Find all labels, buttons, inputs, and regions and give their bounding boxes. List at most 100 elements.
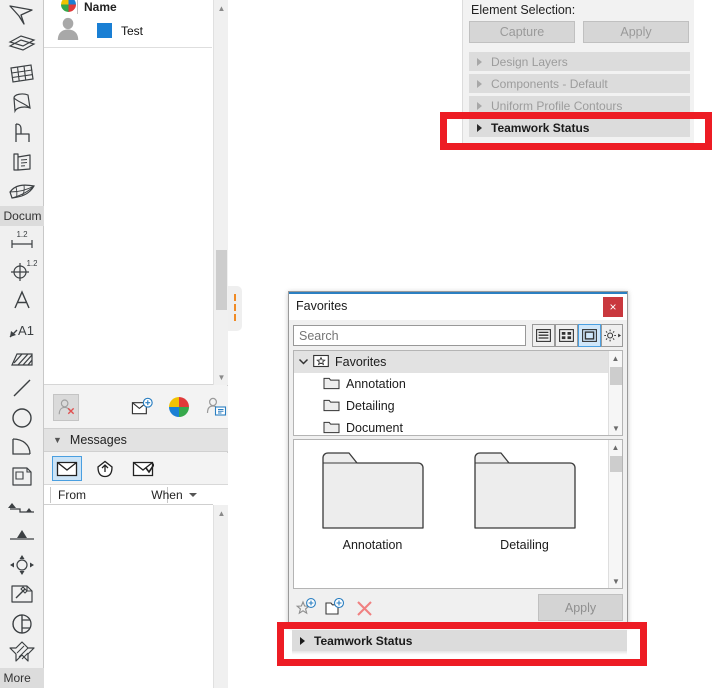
tree-scrollbar[interactable]: ▲ ▼ <box>608 351 622 435</box>
scroll-down-icon[interactable]: ▼ <box>214 369 229 385</box>
arc-tool[interactable] <box>0 432 44 461</box>
circle-tool[interactable] <box>0 403 44 432</box>
pie-chart-icon <box>61 0 76 14</box>
scroll-up-icon[interactable]: ▲ <box>609 440 622 454</box>
inbox-tab[interactable] <box>52 456 82 481</box>
grid-item-annotation[interactable]: Annotation <box>300 450 445 552</box>
messages-section-header[interactable]: ▼ Messages <box>44 428 228 452</box>
label-tool[interactable]: A1 <box>0 314 44 343</box>
figure-drawing-tool[interactable] <box>0 462 44 491</box>
tile-view-button[interactable] <box>555 324 578 347</box>
fill-hatch-tool[interactable] <box>0 344 44 373</box>
user-list-row[interactable]: Test <box>44 14 212 48</box>
object-chair-tool[interactable] <box>0 118 44 147</box>
folder-large-icon <box>321 452 425 534</box>
shell-tool[interactable] <box>0 88 44 117</box>
teamwork-toolbar <box>44 386 228 428</box>
linear-dimension-tool[interactable]: 1.2 <box>0 226 44 255</box>
close-icon[interactable]: × <box>603 297 623 317</box>
tool-palette: Docum 1.2 1.2 A1 More <box>0 0 44 688</box>
remove-user-button[interactable] <box>53 393 79 421</box>
search-input[interactable] <box>293 325 526 346</box>
scroll-thumb[interactable] <box>216 250 227 310</box>
radial-dimension-tool[interactable]: 1.2 <box>0 256 44 285</box>
gear-icon[interactable] <box>601 324 623 347</box>
3d-document-tool[interactable] <box>0 638 44 667</box>
grid-item-label: Detailing <box>500 538 549 552</box>
text-tool[interactable] <box>0 285 44 314</box>
accordion-row-components-default[interactable]: Components - Default <box>469 74 690 94</box>
grid-scrollbar[interactable]: ▲ ▼ <box>608 440 622 588</box>
panel-splitter-handle[interactable] <box>228 286 242 331</box>
new-folder-button[interactable] <box>322 596 348 620</box>
scroll-up-icon[interactable]: ▲ <box>609 351 622 365</box>
teamwork-user-list: Name Test ▲ ▼ <box>44 0 228 385</box>
dialog-search-row <box>289 321 627 351</box>
accordion-label: Components - Default <box>491 76 608 91</box>
detail-marker-tool[interactable] <box>0 550 44 579</box>
close-x-icon[interactable] <box>351 596 377 620</box>
scroll-up-icon[interactable]: ▲ <box>214 505 229 521</box>
tree-item-label: Annotation <box>346 377 406 391</box>
messages-scrollbar[interactable]: ▲ <box>213 505 228 688</box>
tool-tab-more[interactable]: More <box>0 667 44 688</box>
highlight-box-teamwork-status-top <box>440 112 712 150</box>
caret-down-icon <box>189 492 197 497</box>
elevation-tool[interactable] <box>0 521 44 550</box>
worksheet-tool[interactable] <box>0 580 44 609</box>
list-view-button[interactable] <box>532 324 555 347</box>
column-when-label: When <box>151 487 183 502</box>
accordion-row-design-layers[interactable]: Design Layers <box>469 52 690 72</box>
camera-view-tool[interactable] <box>0 609 44 638</box>
chevron-right-icon <box>477 101 482 110</box>
user-details-button[interactable] <box>204 394 228 421</box>
user-list-scrollbar[interactable]: ▲ ▼ <box>213 0 228 385</box>
dialog-title: Favorites <box>296 299 348 313</box>
grid-item-detailing[interactable]: Detailing <box>452 450 597 552</box>
user-list-column-header: Name <box>44 0 212 14</box>
folder-large-icon <box>473 452 577 534</box>
line-tool[interactable] <box>0 373 44 402</box>
reservation-pie-button[interactable] <box>167 394 191 421</box>
tree-item-favorites[interactable]: Favorites <box>294 351 622 373</box>
send-message-button[interactable] <box>131 394 155 421</box>
folder-icon <box>323 376 340 393</box>
tool-tab-document[interactable]: Docum <box>0 206 44 227</box>
door-tool[interactable] <box>0 147 44 176</box>
tree-item-annotation[interactable]: Annotation <box>294 373 622 395</box>
scroll-thumb[interactable] <box>610 456 622 472</box>
chevron-down-icon: ▼ <box>53 435 62 445</box>
messages-tabbar <box>44 453 228 484</box>
tree-item-detailing[interactable]: Detailing <box>294 395 622 417</box>
large-icon-view-button[interactable] <box>578 324 601 347</box>
column-when[interactable]: When <box>151 487 197 502</box>
grid-item-label: Annotation <box>342 538 403 552</box>
new-favorite-button[interactable] <box>293 596 319 620</box>
scroll-up-icon[interactable]: ▲ <box>214 0 229 16</box>
column-from[interactable]: From <box>58 488 86 502</box>
grid-mesh-tool[interactable] <box>0 59 44 88</box>
tree-item-label: Favorites <box>335 355 387 369</box>
outbox-tab[interactable] <box>90 456 120 481</box>
read-tab[interactable] <box>128 456 158 481</box>
favorites-dialog: Favorites × Search Favorites Annotation … <box>288 291 628 626</box>
apply-button[interactable]: Apply <box>583 21 689 43</box>
chevron-down-icon[interactable] <box>298 355 309 369</box>
scroll-thumb[interactable] <box>610 367 622 385</box>
app-root: Docum 1.2 1.2 A1 More Name Test ▲ ▼ ▼ Me… <box>0 0 727 688</box>
capture-button[interactable]: Capture <box>469 21 575 43</box>
tree-item-label: Document <box>346 421 403 435</box>
scroll-down-icon[interactable]: ▼ <box>609 421 622 435</box>
scroll-down-icon[interactable]: ▼ <box>609 574 623 588</box>
section-tool[interactable] <box>0 491 44 520</box>
dialog-apply-button[interactable]: Apply <box>538 594 623 621</box>
dialog-titlebar[interactable]: Favorites × <box>289 294 627 320</box>
favorites-star-folder-icon <box>313 354 329 371</box>
user-name-label: Test <box>121 23 144 38</box>
mesh-surface-tool[interactable] <box>0 177 44 206</box>
arrow-pointer-tool[interactable] <box>0 0 44 29</box>
accordion-label: Uniform Profile Contours <box>491 98 623 113</box>
messages-column-header: From When <box>44 485 213 505</box>
tree-item-document[interactable]: Document <box>294 417 622 435</box>
layers-tool[interactable] <box>0 29 44 58</box>
